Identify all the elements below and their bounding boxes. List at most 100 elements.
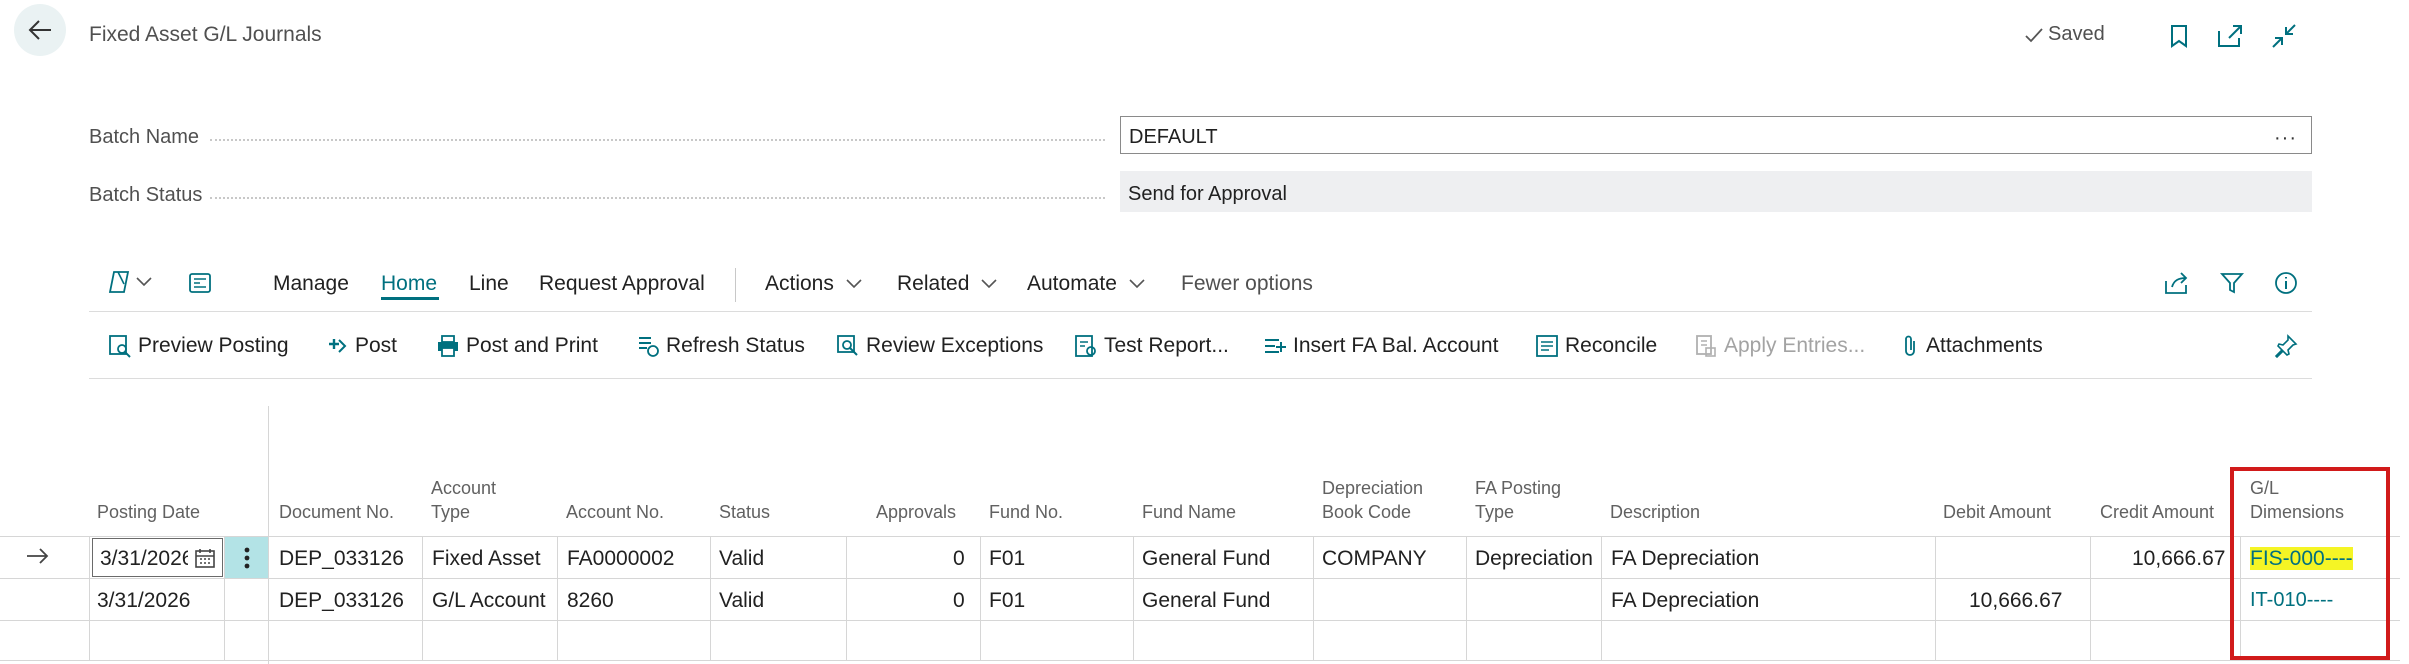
pin-icon[interactable] [2274, 334, 2298, 358]
menu-automate[interactable]: Automate [1027, 272, 1145, 296]
bookmark-icon[interactable] [2165, 22, 2193, 50]
col-header-credit-amount[interactable]: Credit Amount [2100, 500, 2214, 524]
col-header-account-type[interactable]: Account Type [431, 476, 496, 524]
batch-status-field: Send for Approval [1120, 171, 2312, 212]
col-header-fa-posting-line2: Type [1475, 502, 1515, 522]
col-header-dep-book-line1: Depreciation [1322, 478, 1424, 498]
row-menu-button[interactable] [225, 537, 268, 578]
grid-row-line [0, 620, 2400, 621]
col-header-posting-date[interactable]: Posting Date [97, 500, 200, 524]
batch-name-field[interactable]: DEFAULT ··· [1120, 116, 2312, 154]
batch-name-label: Batch Name [89, 126, 200, 148]
batch-name-value: DEFAULT [1129, 126, 1218, 148]
col-header-document-no[interactable]: Document No. [279, 500, 394, 524]
posting-date-value: 3/31/2026 [100, 547, 194, 570]
col-header-fund-name[interactable]: Fund Name [1142, 500, 1236, 524]
filter-icon[interactable] [2220, 271, 2244, 295]
chevron-down-icon [846, 279, 862, 289]
row1-dep-book-code[interactable]: COMPANY [1322, 547, 1427, 571]
row2-debit-amount[interactable]: 10,666.67 [1969, 589, 2062, 613]
refresh-status-icon [636, 334, 660, 358]
row1-document-no[interactable]: DEP_033126 [279, 547, 404, 571]
info-icon[interactable] [2274, 271, 2298, 295]
apply-entries-button[interactable]: Apply Entries... [1694, 334, 1865, 358]
review-exceptions-button[interactable]: Review Exceptions [836, 334, 1043, 358]
row1-fa-posting-type[interactable]: Depreciation [1475, 547, 1593, 571]
back-button[interactable] [14, 4, 66, 56]
copilot-icon [108, 270, 134, 294]
ellipsis-icon[interactable]: ··· [2274, 127, 2297, 150]
grid-col-line [1313, 537, 1314, 660]
menu-related[interactable]: Related [897, 272, 997, 296]
fewer-options-button[interactable]: Fewer options [1181, 272, 1313, 296]
printer-icon [436, 334, 460, 358]
tab-manage[interactable]: Manage [273, 272, 349, 296]
insert-fa-bal-account-button[interactable]: Insert FA Bal. Account [1263, 334, 1498, 358]
collapse-icon[interactable] [2270, 22, 2298, 50]
dotted-leader [210, 197, 1105, 199]
post-button[interactable]: Post [325, 334, 397, 358]
row1-status[interactable]: Valid [719, 547, 764, 571]
reconcile-button[interactable]: Reconcile [1535, 334, 1657, 358]
row1-fund-name[interactable]: General Fund [1142, 547, 1270, 571]
row2-account-no[interactable]: 8260 [567, 589, 614, 613]
page-title: Fixed Asset G/L Journals [89, 23, 322, 46]
row2-document-no[interactable]: DEP_033126 [279, 589, 404, 613]
col-header-status[interactable]: Status [719, 500, 770, 524]
attachments-label: Attachments [1926, 334, 2043, 357]
menu-automate-label: Automate [1027, 272, 1117, 295]
tab-home[interactable]: Home [381, 272, 437, 296]
row2-posting-date[interactable]: 3/31/2026 [97, 589, 190, 613]
test-report-icon [1074, 334, 1098, 358]
share-icon[interactable] [2164, 271, 2190, 295]
grid-col-line [422, 537, 423, 660]
col-header-account-type-line1: Account [431, 478, 497, 498]
row1-credit-amount[interactable]: 10,666.67 [2132, 547, 2225, 571]
row2-description[interactable]: FA Depreciation [1611, 589, 1759, 613]
row1-description[interactable]: FA Depreciation [1611, 547, 1759, 571]
copilot-menu-button[interactable] [108, 270, 152, 294]
col-header-debit-amount[interactable]: Debit Amount [1943, 500, 2051, 524]
arrow-left-icon [27, 17, 53, 43]
refresh-status-button[interactable]: Refresh Status [636, 334, 805, 358]
posting-date-input[interactable]: 3/31/2026 [92, 538, 223, 577]
col-header-fa-posting-type[interactable]: FA Posting Type [1475, 476, 1561, 524]
col-header-approvals[interactable]: Approvals [876, 500, 956, 524]
tab-request-approval[interactable]: Request Approval [539, 272, 705, 296]
row1-account-type[interactable]: Fixed Asset [432, 547, 541, 571]
row1-account-no[interactable]: FA0000002 [567, 547, 674, 571]
paperclip-icon [1900, 334, 1920, 358]
review-exceptions-icon [836, 334, 860, 358]
col-header-account-no[interactable]: Account No. [566, 500, 664, 524]
row2-approvals[interactable]: 0 [953, 589, 965, 613]
grid-col-line [1601, 537, 1602, 660]
tab-line[interactable]: Line [469, 272, 509, 296]
col-header-description[interactable]: Description [1610, 500, 1700, 524]
grid-row-line [0, 536, 2400, 537]
page-layout-icon[interactable] [188, 271, 212, 295]
post-and-print-button[interactable]: Post and Print [436, 334, 598, 358]
open-new-window-icon[interactable] [2216, 22, 2244, 50]
menu-actions-label: Actions [765, 272, 834, 295]
col-header-depreciation-book-code[interactable]: Depreciation Book Code [1322, 476, 1423, 524]
menu-actions[interactable]: Actions [765, 272, 862, 296]
test-report-label: Test Report... [1104, 334, 1229, 357]
grid-col-line [1133, 537, 1134, 660]
col-header-fund-no[interactable]: Fund No. [989, 500, 1063, 524]
col-header-dep-book-line2: Book Code [1322, 502, 1412, 522]
calendar-icon[interactable] [188, 539, 222, 576]
row1-approvals[interactable]: 0 [953, 547, 965, 571]
attachments-button[interactable]: Attachments [1900, 334, 2043, 358]
row2-fund-no[interactable]: F01 [989, 589, 1025, 613]
row2-status[interactable]: Valid [719, 589, 764, 613]
row2-fund-name[interactable]: General Fund [1142, 589, 1270, 613]
refresh-status-label: Refresh Status [666, 334, 805, 357]
row2-account-type[interactable]: G/L Account [432, 589, 546, 613]
menu-divider [89, 311, 2312, 312]
saved-status: Saved [2024, 23, 2105, 46]
insert-fa-bal-account-icon [1263, 334, 1287, 358]
preview-posting-button[interactable]: Preview Posting [108, 334, 289, 358]
row1-fund-no[interactable]: F01 [989, 547, 1025, 571]
grid-col-line [2090, 537, 2091, 660]
test-report-button[interactable]: Test Report... [1074, 334, 1229, 358]
